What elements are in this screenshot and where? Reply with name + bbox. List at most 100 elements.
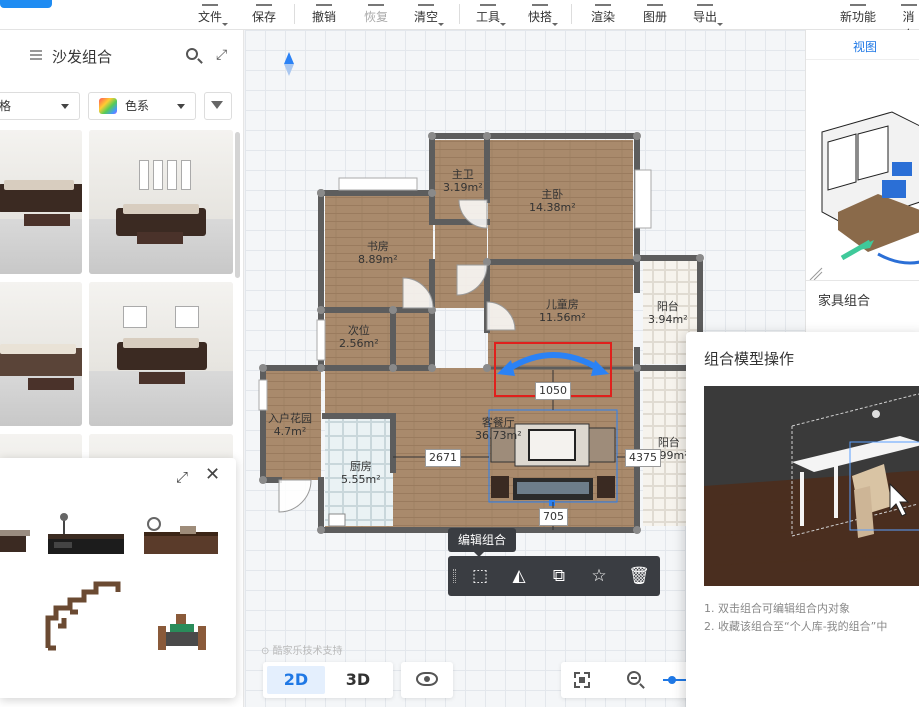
toolbar-item-label: 撤销 — [312, 10, 337, 24]
view-2d-button[interactable]: 2D — [267, 666, 325, 694]
room-label-kitchen[interactable]: 厨房 5.55m² — [341, 460, 381, 486]
toolbar-item[interactable]: 恢复 — [364, 0, 388, 30]
toolbar-item-label: 清空 — [414, 10, 439, 24]
toolbar-icon — [697, 0, 713, 6]
tv-cabinet-thumbnail — [48, 513, 124, 554]
toolbar-item-label: 渲染 — [591, 10, 616, 24]
toolbar-item[interactable]: 工具 — [476, 0, 507, 30]
style-filter-select[interactable]: 格 — [0, 92, 80, 120]
room-label-master-bedroom[interactable]: 主卧 14.38m² — [529, 188, 576, 214]
toolbar-icon — [900, 0, 917, 6]
dropdown-caret-icon — [552, 23, 559, 26]
decorative-partition-thumbnail — [45, 581, 121, 651]
chevron-down-icon — [61, 104, 69, 109]
mirror-icon[interactable]: ◭ — [507, 564, 531, 588]
zoom-slider-knob[interactable] — [668, 676, 676, 684]
toolbar-item-label: 工具 — [476, 10, 501, 24]
room-label-study[interactable]: 书房 8.89m² — [358, 240, 398, 266]
room-label-balcony[interactable]: 阳台 3.94m² — [648, 300, 688, 326]
watermark: ⊙ 酷家乐技术支持 — [261, 646, 343, 657]
toolbar-item-label: 保存 — [252, 10, 277, 24]
room-label-kids-room[interactable]: 儿童房 11.56m² — [539, 298, 586, 324]
list-icon[interactable] — [30, 50, 42, 60]
dropdown-caret-icon — [500, 23, 507, 26]
room-label-entry-garden[interactable]: 入户花园 4.7m² — [268, 412, 312, 438]
section-title: 家具组合 — [818, 294, 871, 309]
toolbar-item[interactable]: 消息 — [898, 0, 919, 42]
toolbar-divider — [294, 4, 295, 24]
dropdown-caret-icon — [222, 23, 229, 26]
toolbar-icon — [316, 0, 332, 6]
divider — [806, 280, 919, 281]
edit-group-tooltip: 编辑组合 — [448, 528, 517, 557]
room-label-master-bath[interactable]: 主卫 3.19m² — [443, 168, 483, 194]
brand-button[interactable] — [0, 0, 52, 8]
kitchen-appliance — [328, 513, 346, 527]
toolbar-icon — [202, 0, 218, 6]
style-filter-label: 格 — [0, 99, 12, 113]
trash-icon[interactable]: 🗑 — [627, 564, 651, 588]
toolbar-item[interactable]: 图册 — [643, 0, 667, 30]
toolbar-divider — [459, 4, 460, 24]
toolbar-icon — [647, 0, 663, 6]
toolbar-item[interactable]: 导出 — [693, 0, 724, 30]
help-card-image — [704, 386, 919, 586]
toolbar-item[interactable]: 清空 — [414, 0, 445, 30]
color-palette-icon — [99, 98, 117, 114]
toolbar-item[interactable]: 文件 — [198, 0, 229, 30]
model-thumbnail[interactable] — [89, 282, 233, 426]
panel-header: 沙发组合 ⤢ — [0, 30, 244, 82]
toolbar-icon — [368, 0, 384, 6]
dimension-top[interactable]: 1050 — [535, 382, 571, 400]
dimension-right[interactable]: 4375 — [625, 449, 661, 467]
dropdown-caret-icon — [717, 23, 724, 26]
help-tip: 1. 双击组合可编辑组合内对象 — [704, 602, 850, 615]
search-icon[interactable] — [186, 48, 198, 60]
scrollbar[interactable] — [235, 132, 240, 278]
floor-small — [393, 310, 433, 368]
panel-title: 沙发组合 — [52, 48, 113, 66]
expand-icon[interactable]: ⤢ — [216, 48, 230, 62]
view-3d-button[interactable]: 3D — [329, 666, 387, 694]
tv-cabinet-thumbnail — [0, 530, 30, 552]
drag-handle[interactable] — [453, 569, 456, 583]
expand-icon[interactable]: ⤢ — [176, 468, 188, 486]
toolbar-item[interactable]: 撤销 — [312, 0, 336, 30]
duplicate-icon[interactable]: ⧉ — [547, 564, 571, 588]
related-model-items — [0, 513, 218, 651]
model-thumbnail[interactable] — [0, 282, 82, 426]
tab-view[interactable]: 视图 — [806, 30, 919, 60]
room-label-second-bath[interactable]: 次位 2.56m² — [339, 324, 379, 350]
dimension-left[interactable]: 2671 — [425, 449, 461, 467]
toolbar-icon — [418, 0, 434, 6]
toolbar-item[interactable]: 新功能 — [840, 0, 876, 30]
toolbar-item-label: 快搭 — [528, 10, 553, 24]
toolbar-item[interactable]: 保存 — [252, 0, 276, 30]
model-thumbnail[interactable] — [0, 130, 82, 274]
fit-view-icon[interactable] — [574, 672, 590, 688]
dimension-bottom[interactable]: 705 — [539, 508, 568, 526]
room-label-living-dining[interactable]: 客餐厅 36.73m² — [475, 416, 522, 442]
help-tip: 2. 收藏该组合至“个人库-我的组合”中 — [704, 620, 888, 633]
zoom-out-icon[interactable] — [627, 671, 641, 685]
model-thumbnail-grid — [0, 130, 244, 470]
visibility-button[interactable] — [401, 662, 453, 698]
dining-set-thumbnail — [158, 614, 206, 650]
toolbar-icon — [850, 0, 866, 6]
edit-group-icon[interactable]: ⬚ — [468, 564, 492, 588]
toolbar-item[interactable]: 快搭 — [528, 0, 559, 30]
toolbar-item[interactable]: 渲染 — [591, 0, 615, 30]
color-filter-label: 色系 — [125, 99, 150, 113]
toolbar-icon — [532, 0, 548, 6]
color-filter-select[interactable]: 色系 — [88, 92, 196, 120]
close-icon[interactable]: ✕ — [205, 464, 220, 485]
related-models-popup: ⤢ ✕ — [0, 458, 236, 698]
toolbar-item-label: 恢复 — [364, 10, 389, 24]
filter-icon[interactable] — [204, 92, 232, 120]
eye-icon — [416, 672, 438, 686]
model-thumbnail[interactable] — [89, 130, 233, 274]
toolbar-item-label: 文件 — [198, 10, 223, 24]
tv-cabinet-thumbnail — [144, 517, 218, 554]
3d-preview[interactable] — [808, 62, 919, 300]
star-icon[interactable]: ☆ — [587, 564, 611, 588]
